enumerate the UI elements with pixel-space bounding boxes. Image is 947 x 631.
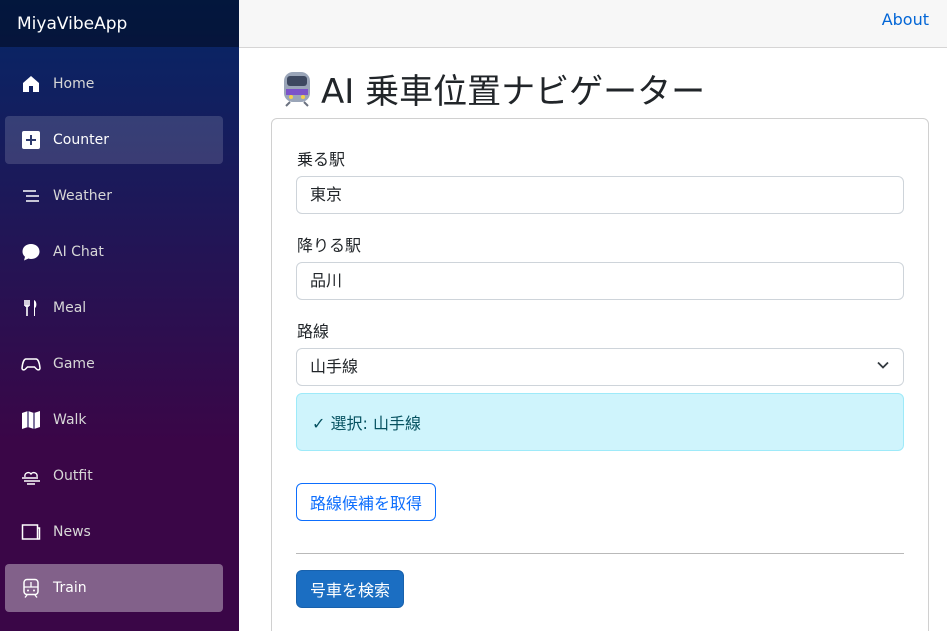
- line-select-value: 山手線: [310, 357, 359, 376]
- sidebar-item-news[interactable]: News: [5, 508, 223, 556]
- train-emoji-icon: [281, 71, 313, 107]
- sidebar-item-label: Counter: [53, 132, 109, 148]
- utensils-icon: [21, 298, 41, 318]
- controller-icon: [21, 354, 41, 374]
- selected-line-text: ✓ 選択: 山手線: [312, 414, 421, 433]
- newspaper-icon: [21, 522, 41, 542]
- train-icon: [21, 578, 41, 598]
- page-title: AI 乗車位置ナビゲーター: [281, 64, 705, 113]
- app-brand[interactable]: MiyaVibeApp: [17, 14, 127, 34]
- line-label: 路線: [297, 322, 330, 341]
- from-station-label: 乗る駅: [297, 150, 346, 169]
- sidebar-item-weather[interactable]: Weather: [5, 172, 223, 220]
- nav-menu: Home Counter Weather AI Chat Meal Game W…: [5, 60, 223, 620]
- sidebar-item-train[interactable]: Train: [5, 564, 223, 612]
- sidebar-item-home[interactable]: Home: [5, 60, 223, 108]
- brand-bar: MiyaVibeApp: [0, 0, 239, 47]
- navigator-card: 乗る駅 東京 降りる駅 品川 路線 山手線 ✓ 選択: 山手線 路線候補を取得 …: [271, 118, 929, 631]
- to-station-label: 降りる駅: [297, 236, 362, 255]
- sidebar-item-label: News: [53, 524, 91, 540]
- home-icon: [21, 74, 41, 94]
- list-icon: [21, 186, 41, 206]
- sidebar-item-counter[interactable]: Counter: [5, 116, 223, 164]
- search-car-button[interactable]: 号車を検索: [296, 570, 405, 608]
- sidebar-item-outfit[interactable]: Outfit: [5, 452, 223, 500]
- fetch-lines-button[interactable]: 路線候補を取得: [296, 483, 437, 521]
- sidebar-item-walk[interactable]: Walk: [5, 396, 223, 444]
- page-title-text: AI 乗車位置ナビゲーター: [321, 72, 706, 112]
- chat-icon: [21, 242, 41, 262]
- sidebar-item-game[interactable]: Game: [5, 340, 223, 388]
- to-station-input[interactable]: 品川: [296, 262, 904, 300]
- sidebar-item-label: Train: [53, 580, 87, 596]
- sidebar: MiyaVibeApp Home Counter Weather AI Chat: [0, 0, 239, 631]
- divider: [296, 553, 904, 554]
- sidebar-item-meal[interactable]: Meal: [5, 284, 223, 332]
- selected-line-alert: ✓ 選択: 山手線: [296, 393, 904, 451]
- sidebar-item-label: Game: [53, 356, 95, 372]
- about-link[interactable]: About: [882, 10, 929, 29]
- sidebar-item-label: AI Chat: [53, 244, 104, 260]
- cloud-wind-icon: [21, 466, 41, 486]
- sidebar-item-label: Weather: [53, 188, 112, 204]
- sidebar-item-label: Home: [53, 76, 95, 92]
- sidebar-item-label: Outfit: [53, 468, 93, 484]
- chevron-down-icon: [876, 349, 890, 385]
- plus-icon: [21, 130, 41, 150]
- line-select[interactable]: 山手線: [296, 348, 904, 386]
- from-station-input[interactable]: 東京: [296, 176, 904, 214]
- sidebar-item-label: Meal: [53, 300, 87, 316]
- map-icon: [21, 410, 41, 430]
- sidebar-item-ai-chat[interactable]: AI Chat: [5, 228, 223, 276]
- sidebar-item-label: Walk: [53, 412, 87, 428]
- top-row: About: [239, 0, 947, 48]
